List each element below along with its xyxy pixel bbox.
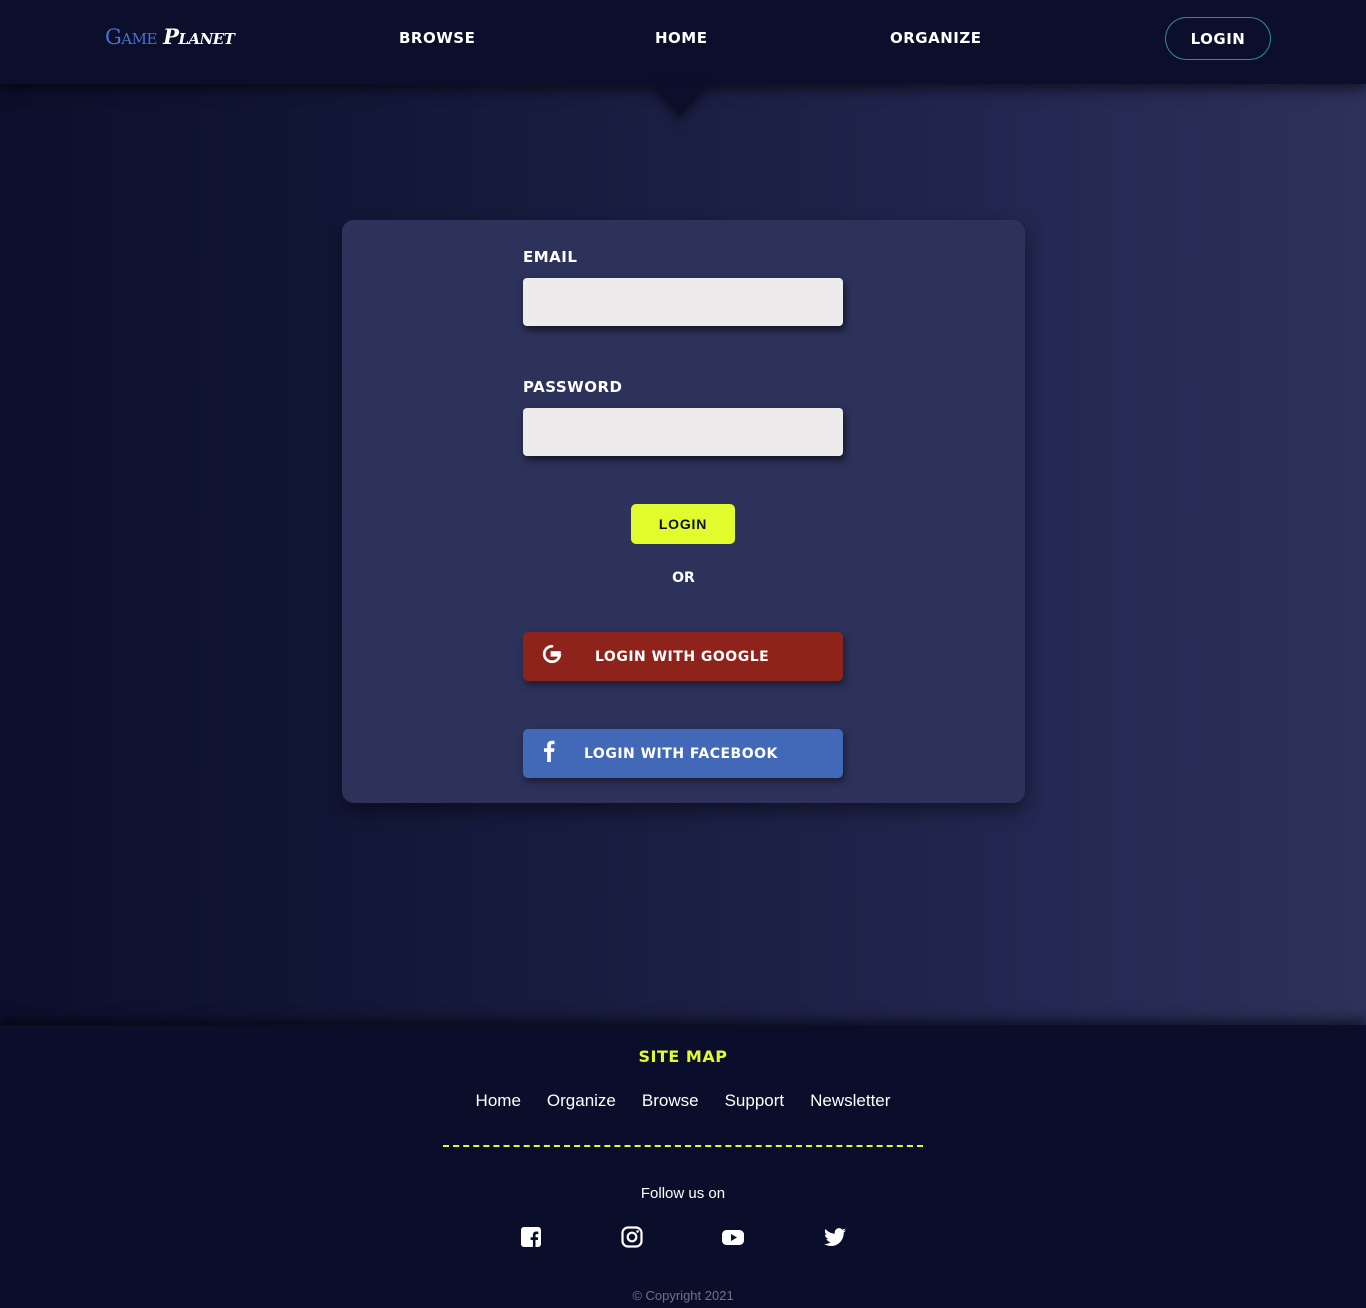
youtube-icon[interactable] [721, 1225, 745, 1249]
main-content: EMAIL PASSWORD LOGIN OR LOGIN WITH GOOGL… [0, 84, 1366, 1025]
sitemap-links: Home Organize Browse Support Newsletter [0, 1091, 1366, 1111]
login-card: EMAIL PASSWORD LOGIN OR LOGIN WITH GOOGL… [342, 220, 1025, 803]
logo-game-text: Game [105, 25, 157, 49]
login-with-facebook-button[interactable]: LOGIN WITH FACEBOOK [523, 729, 843, 778]
site-header: Game Planet BROWSE HOME ORGANIZE LOGIN [0, 0, 1366, 84]
or-separator: OR [672, 570, 695, 586]
nav-organize[interactable]: ORGANIZE [890, 29, 981, 47]
google-button-label: LOGIN WITH GOOGLE [595, 648, 770, 665]
follow-us-text: Follow us on [640, 1185, 726, 1202]
footer-link-browse[interactable]: Browse [642, 1091, 699, 1111]
password-field[interactable] [523, 408, 843, 456]
footer-divider [443, 1145, 923, 1147]
login-button[interactable]: LOGIN [631, 504, 735, 544]
nav-login-button[interactable]: LOGIN [1165, 17, 1271, 60]
facebook-icon[interactable] [519, 1225, 543, 1249]
google-icon [541, 643, 563, 671]
active-nav-indicator [652, 84, 708, 116]
sitemap-title: SITE MAP [638, 1047, 728, 1066]
logo-planet-text: Planet [163, 24, 235, 49]
site-logo[interactable]: Game Planet [105, 24, 235, 49]
footer-link-newsletter[interactable]: Newsletter [810, 1091, 890, 1111]
facebook-f-icon [542, 740, 556, 768]
copyright-text: © Copyright 2021 [632, 1288, 734, 1303]
site-footer: SITE MAP Home Organize Browse Support Ne… [0, 1025, 1366, 1308]
footer-link-support[interactable]: Support [725, 1091, 785, 1111]
password-label: PASSWORD [523, 378, 623, 396]
email-field[interactable] [523, 278, 843, 326]
twitter-icon[interactable] [823, 1225, 847, 1249]
footer-link-home[interactable]: Home [476, 1091, 521, 1111]
footer-link-organize[interactable]: Organize [547, 1091, 616, 1111]
nav-browse[interactable]: BROWSE [399, 29, 475, 47]
instagram-icon[interactable] [620, 1225, 644, 1249]
facebook-button-label: LOGIN WITH FACEBOOK [584, 745, 778, 762]
nav-home[interactable]: HOME [655, 29, 707, 47]
login-with-google-button[interactable]: LOGIN WITH GOOGLE [523, 632, 843, 681]
email-label: EMAIL [523, 248, 578, 266]
